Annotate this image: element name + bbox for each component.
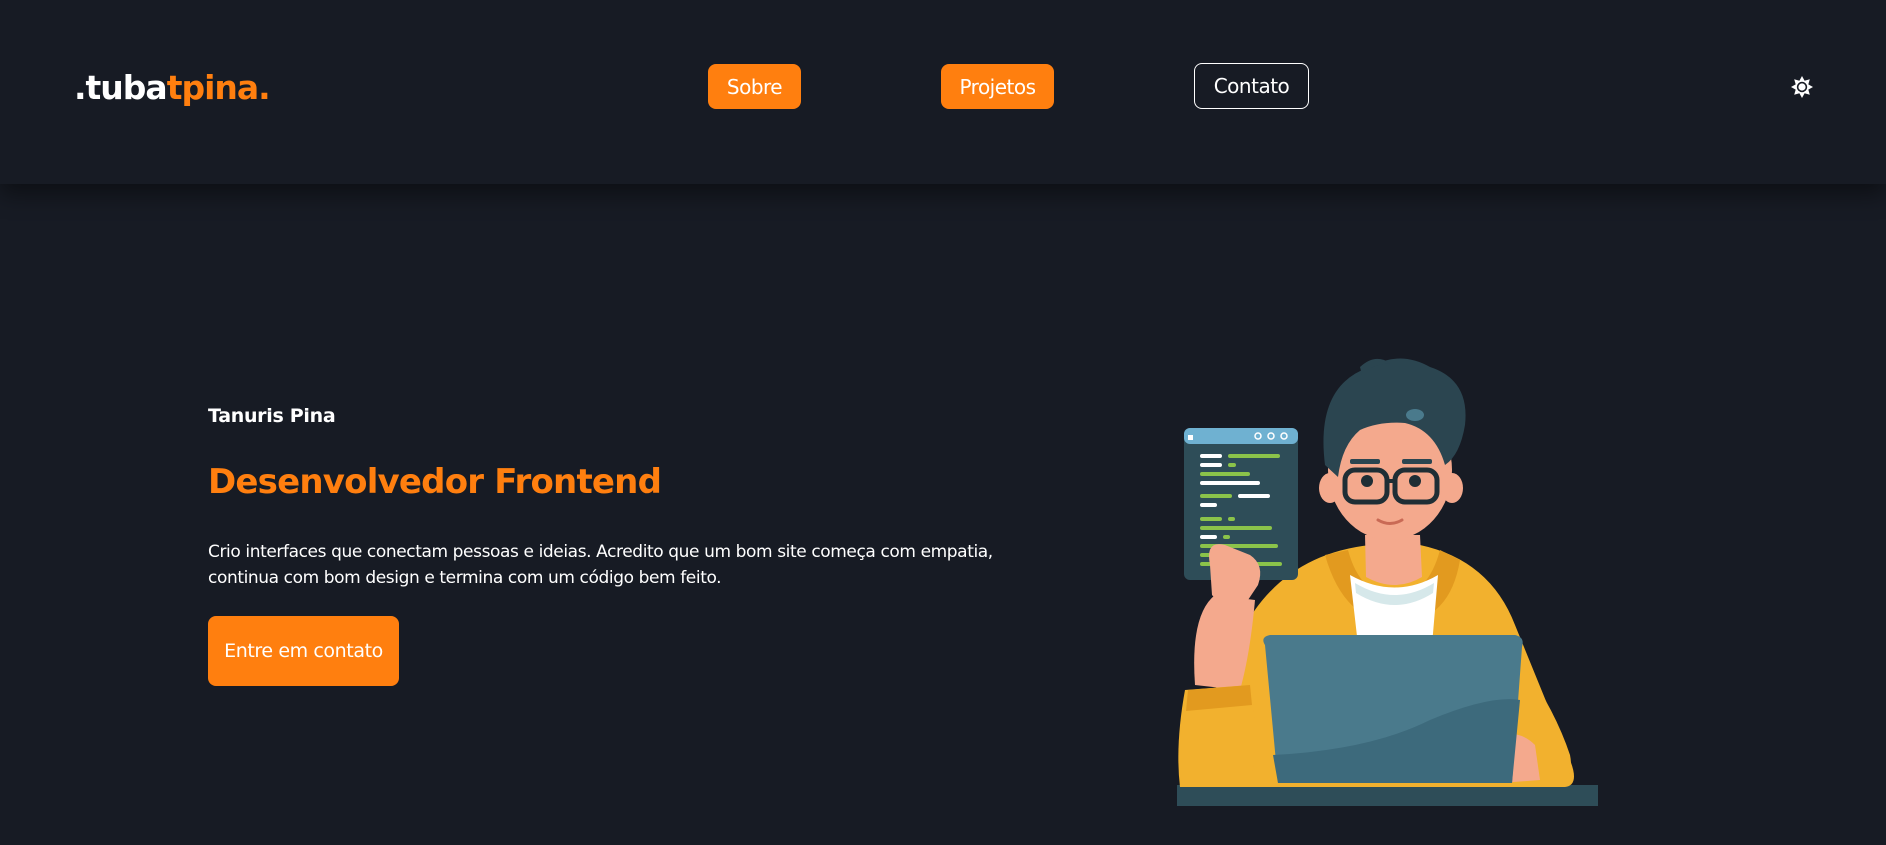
desk-shape <box>1177 785 1598 806</box>
developer-illustration <box>1177 358 1598 806</box>
theme-toggle-button[interactable] <box>1790 75 1814 99</box>
nav-contato-button[interactable]: Contato <box>1194 63 1309 109</box>
hero-description: Crio interfaces que conectam pessoas e i… <box>208 539 993 591</box>
hero-description-line-1: Crio interfaces que conectam pessoas e i… <box>208 542 993 562</box>
page: .tubatpina. Sobre Projetos Contato Tanur… <box>0 0 1886 845</box>
logo[interactable]: .tubatpina. <box>74 66 271 110</box>
hero-name: Tanuris Pina <box>208 405 336 427</box>
hero-title: Desenvolvedor Frontend <box>208 462 662 502</box>
nav-projetos-button[interactable]: Projetos <box>941 64 1054 109</box>
logo-part-white: .tuba <box>74 68 168 107</box>
logo-part-orange: tpina. <box>166 68 271 107</box>
sun-icon <box>1791 76 1813 98</box>
contact-cta-button[interactable]: Entre em contato <box>208 616 399 686</box>
nav-sobre-button[interactable]: Sobre <box>708 64 801 109</box>
hero-description-line-2: continua com bom design e termina com um… <box>208 568 722 588</box>
site-header: .tubatpina. Sobre Projetos Contato <box>0 0 1886 184</box>
